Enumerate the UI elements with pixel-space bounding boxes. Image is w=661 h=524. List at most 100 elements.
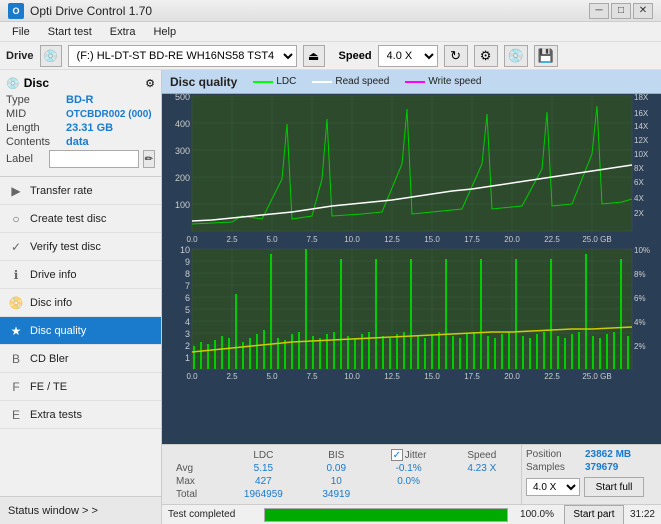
nav-create-test-disc-icon: ○ (8, 212, 24, 226)
read-speed-legend: Read speed (312, 76, 389, 87)
charts-svg: 500 400 300 200 100 18X 16X 14X 12X 10X … (162, 94, 661, 444)
eject-button[interactable]: ⏏ (303, 45, 325, 67)
nav-disc-quality[interactable]: ★ Disc quality (0, 317, 161, 345)
svg-text:5: 5 (185, 305, 190, 315)
svg-text:2%: 2% (634, 342, 646, 351)
nav-extra-tests[interactable]: E Extra tests (0, 401, 161, 429)
ldc-legend-color (253, 81, 273, 83)
drive-label: Drive (6, 50, 34, 62)
max-bis: 10 (304, 475, 369, 488)
svg-text:8%: 8% (634, 270, 646, 279)
svg-text:2: 2 (185, 341, 190, 351)
svg-text:0.0: 0.0 (186, 372, 198, 381)
svg-text:200: 200 (175, 173, 190, 183)
progress-row: Test completed 100.0% Start part 31:22 (162, 504, 661, 524)
avg-bis: 0.09 (304, 462, 369, 475)
status-text: Test completed (168, 509, 258, 520)
svg-text:6X: 6X (634, 178, 644, 187)
avg-speed: 4.23 X (449, 462, 515, 475)
position-label: Position (526, 449, 581, 460)
status-window-label: Status window > > (8, 505, 98, 517)
nav-verify-test-disc[interactable]: ✓ Verify test disc (0, 233, 161, 261)
svg-text:12.5: 12.5 (384, 235, 400, 244)
svg-text:2.5: 2.5 (226, 372, 238, 381)
svg-text:8X: 8X (634, 164, 644, 173)
samples-row: Samples 379679 (526, 462, 657, 473)
avg-label: Avg (168, 462, 223, 475)
menu-file[interactable]: File (4, 24, 38, 40)
ldc-legend-label: LDC (276, 76, 296, 87)
start-full-button[interactable]: Start full (584, 477, 644, 497)
app-title: Opti Drive Control 1.70 (30, 4, 152, 18)
nav-extra-tests-icon: E (8, 408, 24, 422)
svg-text:15.0: 15.0 (424, 372, 440, 381)
menu-extra[interactable]: Extra (102, 24, 144, 40)
settings-button[interactable]: ⚙ (474, 45, 498, 67)
nav-create-test-disc-label: Create test disc (30, 213, 106, 225)
svg-text:300: 300 (175, 146, 190, 156)
svg-text:4: 4 (185, 317, 190, 327)
test-speed-select[interactable]: 4.0 X (526, 478, 580, 496)
svg-text:17.5: 17.5 (464, 235, 480, 244)
jitter-label: Jitter (405, 450, 427, 461)
svg-text:7.5: 7.5 (306, 235, 318, 244)
svg-text:25.0 GB: 25.0 GB (582, 372, 611, 381)
nav-create-test-disc[interactable]: ○ Create test disc (0, 205, 161, 233)
disc-label-label: Label (6, 153, 45, 165)
save-button[interactable]: 💾 (534, 45, 558, 67)
drive-bar: Drive 💿 (F:) HL-DT-ST BD-RE WH16NS58 TST… (0, 42, 661, 70)
svg-text:18X: 18X (634, 94, 649, 102)
svg-text:15.0: 15.0 (424, 235, 440, 244)
nav-drive-info-label: Drive info (30, 269, 76, 281)
maximize-button[interactable]: □ (611, 3, 631, 19)
nav-drive-info[interactable]: ℹ Drive info (0, 261, 161, 289)
disc-settings-icon[interactable]: ⚙ (145, 77, 155, 90)
svg-text:16X: 16X (634, 109, 649, 118)
svg-text:2.5: 2.5 (226, 235, 238, 244)
drive-select[interactable]: (F:) HL-DT-ST BD-RE WH16NS58 TST4 (68, 45, 297, 67)
start-part-button[interactable]: Start part (564, 505, 624, 524)
disc-button[interactable]: 💿 (504, 45, 528, 67)
svg-text:4X: 4X (634, 194, 644, 203)
stats-col-empty (168, 448, 223, 462)
menu-help[interactable]: Help (145, 24, 184, 40)
max-jitter: 0.0% (369, 475, 449, 488)
svg-text:12X: 12X (634, 136, 649, 145)
nav-cd-bler-icon: B (8, 352, 24, 366)
position-value: 23862 MB (585, 449, 631, 460)
svg-text:4%: 4% (634, 318, 646, 327)
disc-mid-label: MID (6, 108, 66, 120)
nav-drive-info-icon: ℹ (8, 268, 24, 282)
speed-select[interactable]: 4.0 X (378, 45, 438, 67)
disc-label-edit-button[interactable]: ✏ (143, 150, 155, 168)
app-icon: O (8, 3, 24, 19)
stats-col-ldc-header: LDC (223, 448, 304, 462)
svg-text:20.0: 20.0 (504, 235, 520, 244)
jitter-checkbox[interactable]: ✓ (391, 449, 403, 461)
nav-disc-info[interactable]: 📀 Disc info (0, 289, 161, 317)
nav-transfer-rate-icon: ▶ (8, 184, 24, 198)
refresh-button[interactable]: ↻ (444, 45, 468, 67)
close-button[interactable]: ✕ (633, 3, 653, 19)
svg-text:12.5: 12.5 (384, 372, 400, 381)
stats-controls-row: LDC BIS ✓ Jitter Speed (162, 444, 661, 504)
menu-start-test[interactable]: Start test (40, 24, 100, 40)
status-window-button[interactable]: Status window > > (0, 496, 161, 524)
svg-text:25.0 GB: 25.0 GB (582, 235, 611, 244)
position-row: Position 23862 MB (526, 449, 657, 460)
disc-mid-value: OTCBDR002 (000) (66, 109, 152, 120)
nav-verify-test-disc-label: Verify test disc (30, 241, 101, 253)
nav-transfer-rate[interactable]: ▶ Transfer rate (0, 177, 161, 205)
max-ldc: 427 (223, 475, 304, 488)
svg-text:0.0: 0.0 (186, 235, 198, 244)
nav-fe-te-label: FE / TE (30, 381, 67, 393)
drive-icon: 💿 (40, 45, 62, 67)
minimize-button[interactable]: ─ (589, 3, 609, 19)
svg-text:9: 9 (185, 257, 190, 267)
stats-table: LDC BIS ✓ Jitter Speed (168, 448, 515, 501)
disc-label-input[interactable] (49, 150, 139, 168)
stats-col-bis-header: BIS (304, 448, 369, 462)
nav-fe-te[interactable]: F FE / TE (0, 373, 161, 401)
disc-type-label: Type (6, 94, 66, 106)
nav-cd-bler[interactable]: B CD Bler (0, 345, 161, 373)
